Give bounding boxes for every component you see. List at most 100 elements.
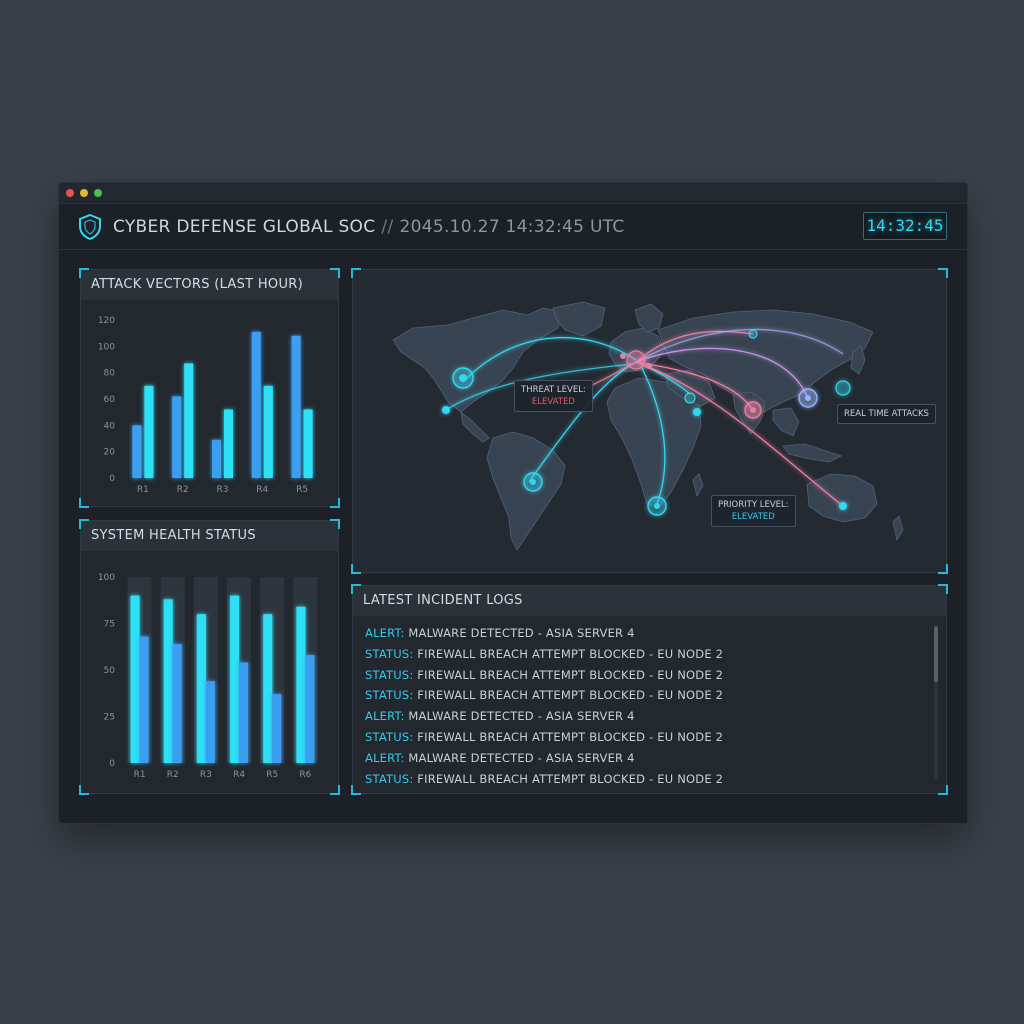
log-scroll-thumb[interactable] [934,626,938,682]
log-entry-text: FIREWALL BREACH ATTEMPT BLOCKED - EU NOD… [413,667,724,682]
bar-r1-series-2[interactable] [144,385,154,478]
bar-r4-series-2[interactable] [263,385,273,478]
bar-r4-series-1[interactable] [230,595,240,763]
log-entry-tag: STATUS: [365,771,414,786]
log-entry: ALERT: MALWARE DETECTED - ASIA SERVER 4 [365,626,925,647]
attack-vectors-chart: 0 20 40 60 80 100 120 R1 R2 R3 R4 R5 [98,316,313,495]
y-tick-label: 120 [98,316,115,326]
y-tick-label: 60 [104,395,116,405]
bar-r1-series-1[interactable] [130,595,140,763]
log-entry: STATUS: FIREWALL BREACH ATTEMPT BLOCKED … [365,647,925,668]
bar-r2-series-2[interactable] [184,363,194,478]
bar-r1-series-2[interactable] [139,636,149,763]
priority-level-value: ELEVATED [731,512,775,522]
log-entry-tag: STATUS: [365,667,414,682]
log-entry-tag: STATUS: [365,729,414,744]
bar-r1-series-1[interactable] [132,425,142,478]
x-tick-label: R2 [177,485,189,495]
bar-r2-series-1[interactable] [172,396,182,478]
incident-log-list: ALERT: MALWARE DETECTED - ASIA SERVER 4S… [365,626,925,792]
threat-level-value: ELEVATED [531,397,575,407]
log-entry-text: MALWARE DETECTED - ASIA SERVER 4 [404,750,635,765]
attack-vectors-title: ATTACK VECTORS (LAST HOUR) [81,270,338,300]
real-time-attacks-label: REAL TIME ATTACKS [837,404,936,424]
bar-r6-series-1[interactable] [296,606,306,763]
bar-r4-series-1[interactable] [251,331,261,478]
y-tick-label: 20 [104,448,116,458]
x-tick-label: R2 [167,770,179,780]
system-health-title: SYSTEM HEALTH STATUS [81,521,338,551]
y-tick-label: 75 [104,620,115,630]
log-entry-tag: ALERT: [365,709,405,724]
bar-r3-series-1[interactable] [196,614,206,763]
bar-r3-series-2[interactable] [224,409,233,478]
log-entry-text: MALWARE DETECTED - ASIA SERVER 4 [404,709,635,724]
log-entry: STATUS: FIREWALL BREACH ATTEMPT BLOCKED … [365,688,925,709]
header-timestamp: 2045.10.27 14:32:45 UTC [399,217,625,237]
log-entry-tag: ALERT: [365,626,405,640]
y-tick-label: 0 [109,474,115,484]
bar-r2-series-2[interactable] [172,643,182,763]
x-tick-label: R1 [134,770,146,780]
log-entry: STATUS: FIREWALL BREACH ATTEMPT BLOCKED … [365,668,925,689]
priority-level-label: PRIORITY LEVEL: ELEVATED [711,495,796,527]
x-tick-label: R5 [296,485,308,495]
minimize-window-button[interactable] [80,189,88,197]
continents [392,301,904,551]
x-tick-label: R3 [200,770,212,780]
y-tick-label: 100 [98,573,115,583]
soc-window: CYBER DEFENSE GLOBAL SOC//2045.10.27 14:… [58,182,968,824]
y-tick-label: 25 [104,713,115,723]
y-tick-label: 100 [98,342,115,352]
y-tick-label: 50 [104,666,116,676]
incident-logs-title: LATEST INCIDENT LOGS [353,586,946,616]
log-entry: STATUS: FIREWALL BREACH ATTEMPT BLOCKED … [365,730,925,751]
digital-clock: 14:32:45 [863,212,947,240]
log-entry-text: FIREWALL BREACH ATTEMPT BLOCKED - EU NOD… [413,688,724,703]
x-tick-label: R3 [217,485,229,495]
close-window-button[interactable] [66,189,74,197]
log-entry-text: FIREWALL BREACH ATTEMPT BLOCKED - EU NOD… [413,729,724,744]
incident-logs-panel: LATEST INCIDENT LOGS ALERT: MALWARE DETE… [351,584,948,795]
log-entry-text: FIREWALL BREACH ATTEMPT BLOCKED - EU NOD… [413,646,724,661]
bar-r6-series-2[interactable] [305,655,315,763]
log-entry: STATUS: FIREWALL BREACH ATTEMPT BLOCKED … [365,772,925,793]
title-separator: // [381,217,394,237]
shield-icon [79,213,101,241]
bar-r4-series-2[interactable] [239,662,249,763]
threat-level-caption: THREAT LEVEL: [521,385,586,395]
log-entry-tag: STATUS: [365,646,414,661]
window-titlebar [59,183,967,204]
log-entry-tag: ALERT: [365,750,405,765]
log-scrollbar[interactable] [934,626,938,781]
y-tick-label: 0 [109,759,115,769]
real-time-attacks-caption: REAL TIME ATTACKS [844,409,929,419]
attack-vectors-panel: ATTACK VECTORS (LAST HOUR) 0 20 40 60 80 100 1… [79,268,340,508]
y-tick-label: 80 [104,369,116,379]
bar-r2-series-1[interactable] [163,599,173,763]
x-tick-label: R4 [256,485,268,495]
log-entry: ALERT: MALWARE DETECTED - ASIA SERVER 4 [365,751,925,772]
y-tick-label: 40 [104,421,116,431]
system-health-chart: 0 25 50 75 100 R1 R2 R3 R4 R5 R6 [98,573,318,780]
bar-r3-series-2[interactable] [205,681,215,763]
priority-level-caption: PRIORITY LEVEL: [718,500,789,510]
x-tick-label: R1 [137,485,149,495]
bar-r5-series-2[interactable] [303,409,313,478]
page-title: CYBER DEFENSE GLOBAL SOC//2045.10.27 14:… [113,217,625,237]
app-name: CYBER DEFENSE GLOBAL SOC [113,217,376,237]
x-tick-label: R5 [266,770,278,780]
bar-r5-series-1[interactable] [263,614,273,763]
log-entry: ALERT: MALWARE DETECTED - ASIA SERVER 4 [365,709,925,730]
bar-r5-series-2[interactable] [272,694,282,763]
system-health-panel: SYSTEM HEALTH STATUS 0 25 50 75 100 R1 R2 R3 R4 R… [79,519,340,795]
log-entry-text: FIREWALL BREACH ATTEMPT BLOCKED - EU NOD… [413,771,724,786]
x-tick-label: R6 [299,770,311,780]
dashboard-header: CYBER DEFENSE GLOBAL SOC//2045.10.27 14:… [59,204,967,250]
x-tick-label: R4 [233,770,245,780]
bar-r5-series-1[interactable] [291,335,301,478]
log-entry-text: MALWARE DETECTED - ASIA SERVER 4 [404,626,635,640]
maximize-window-button[interactable] [94,189,102,197]
bar-r3-series-1[interactable] [212,439,221,478]
threat-level-label: THREAT LEVEL: ELEVATED [514,380,593,412]
